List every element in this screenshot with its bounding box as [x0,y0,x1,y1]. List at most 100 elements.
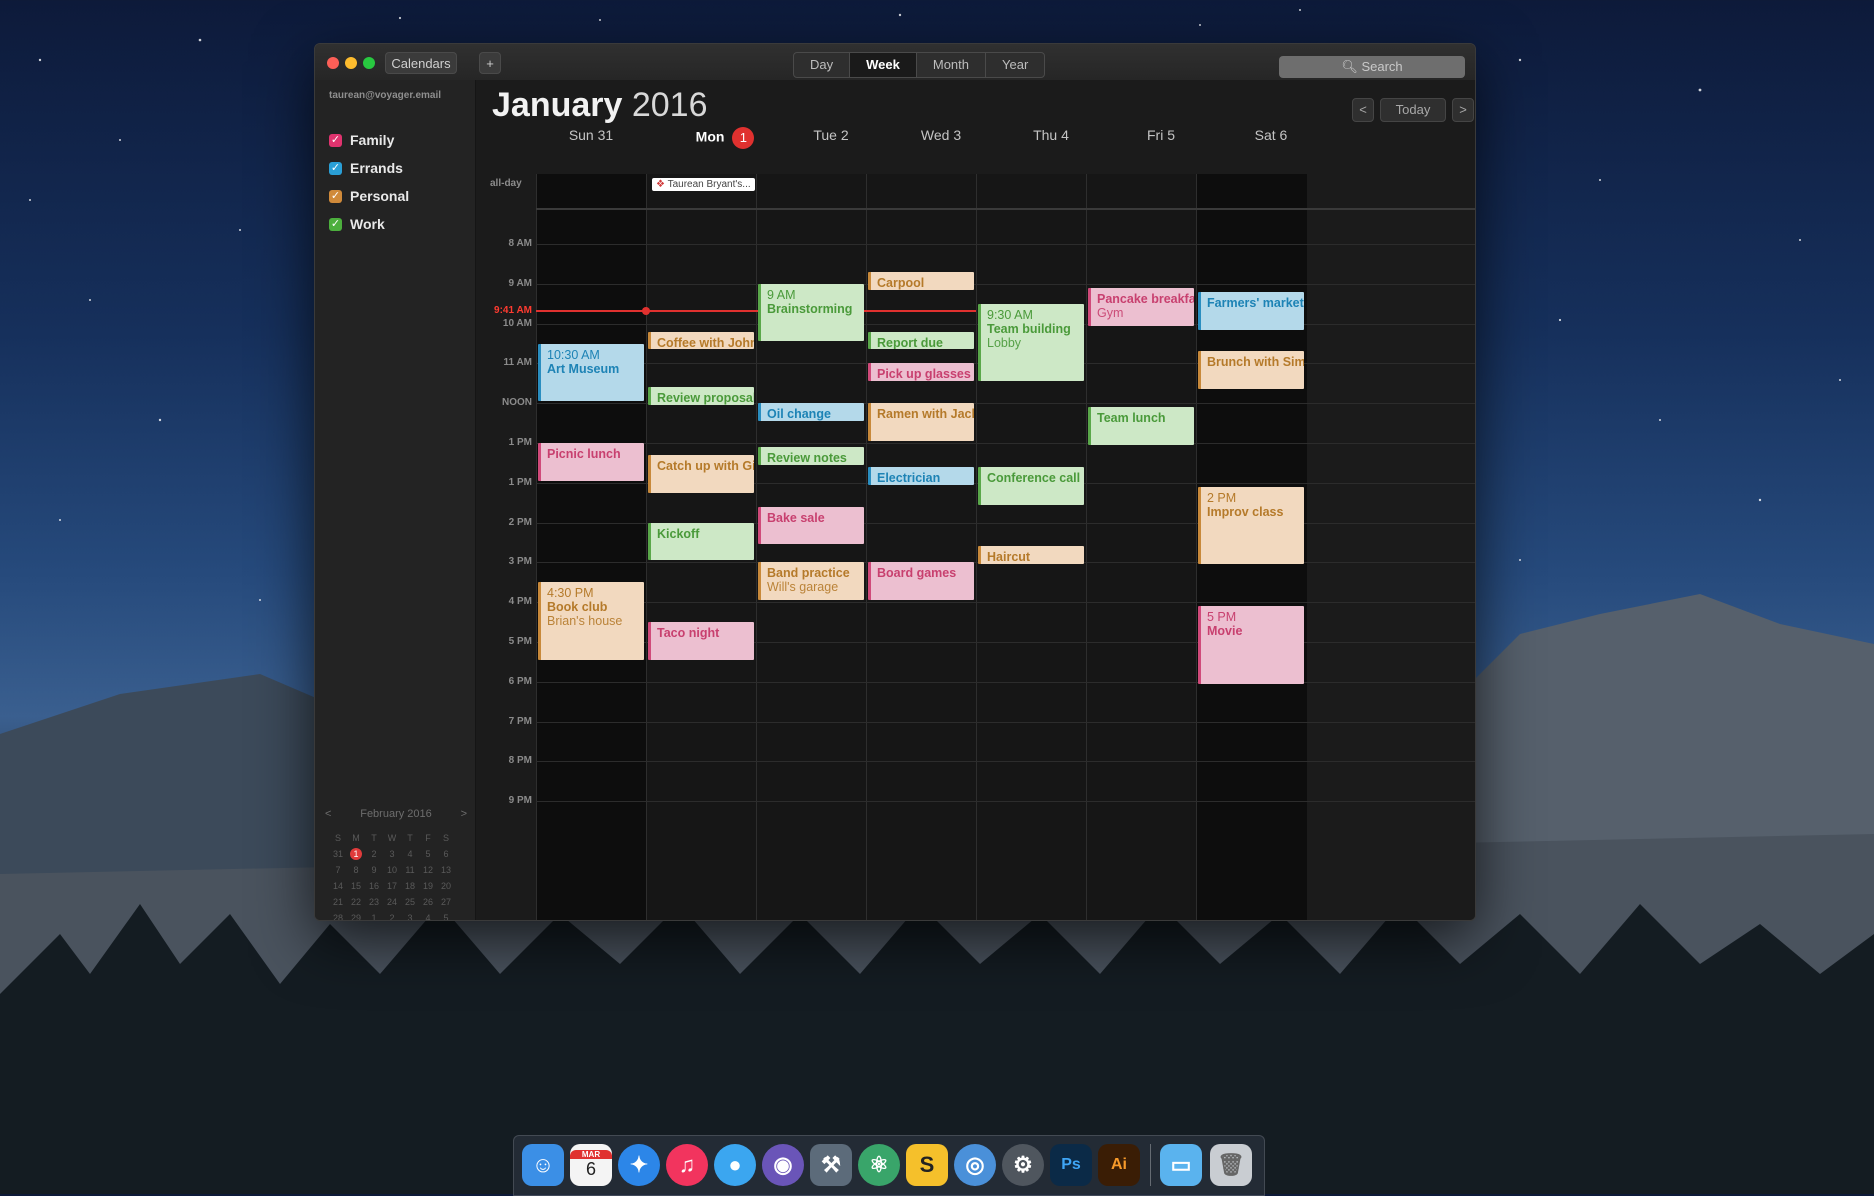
github-icon[interactable]: ◉ [762,1144,804,1186]
mini-day-cell[interactable]: 8 [347,862,365,878]
day-header-wed[interactable]: Wed 3 [886,127,996,149]
calendar-event[interactable]: Bake sale [758,506,864,545]
itunes-icon[interactable]: ♫ [666,1144,708,1186]
mini-day-cell[interactable]: 17 [383,878,401,894]
mini-day-cell[interactable]: 4 [419,910,437,920]
mini-day-cell[interactable]: 9 [365,862,383,878]
mini-day-cell[interactable]: 3 [383,846,401,862]
sketch-icon[interactable]: S [906,1144,948,1186]
time-grid[interactable]: ❖ Taurean Bryant's... 10:30 AM Art Museum… [536,174,1475,920]
today-button[interactable]: Today [1380,98,1446,122]
trash-icon[interactable]: 🗑︎ [1210,1144,1252,1186]
mini-day-cell[interactable]: 1 [350,848,362,860]
day-header-tue[interactable]: Tue 2 [776,127,886,149]
mini-next-month-icon[interactable]: > [461,808,467,820]
mini-day-cell[interactable]: 26 [419,894,437,910]
calendar-event[interactable]: Brunch with Sim... [1198,351,1304,390]
calendar-event[interactable]: 5 PM Movie [1198,606,1304,684]
day-header-thu[interactable]: Thu 4 [996,127,1106,149]
checkbox-checked-icon[interactable]: ✓ [329,217,342,231]
calendar-event[interactable]: Conference call [978,466,1084,505]
mini-prev-month-icon[interactable]: < [325,808,331,820]
calendar-event[interactable]: Electrician [868,466,974,485]
mini-day-cell[interactable]: 15 [347,878,365,894]
day-column-sun[interactable] [536,174,647,920]
mini-day-cell[interactable]: 16 [365,878,383,894]
mini-day-cell[interactable]: 25 [401,894,419,910]
mini-day-cell[interactable]: 14 [329,878,347,894]
mini-day-cell[interactable]: 27 [437,894,455,910]
calendar-item-personal[interactable]: ✓ Personal [329,186,409,206]
calendar-event[interactable]: Oil change [758,403,864,422]
atom-icon[interactable]: ⚛ [858,1144,900,1186]
mini-day-cell[interactable]: 1 [365,910,383,920]
calendar-event[interactable]: 9 AM Brainstorming [758,283,864,342]
calendar-event[interactable]: Band practice Will's garage [758,562,864,601]
calendar-event[interactable]: Coffee with John [648,331,754,350]
prev-week-icon[interactable]: < [1352,98,1374,122]
mini-day-cell[interactable]: 5 [437,910,455,920]
calendar-event[interactable]: Team lunch [1088,407,1194,445]
day-column-fri[interactable] [1086,174,1197,920]
calendar-event[interactable]: Report dueGra... [868,331,974,350]
mini-day-cell[interactable]: 28 [329,910,347,920]
minimize-window-button[interactable] [345,57,357,69]
calendar-event[interactable]: Pick up glasses [868,363,974,382]
day-header-sun[interactable]: Sun 31 [536,127,646,149]
mini-day-cell[interactable]: 23 [365,894,383,910]
day-header-sat[interactable]: Sat 6 [1216,127,1326,149]
mini-day-cell[interactable]: 7 [329,862,347,878]
calendar-event[interactable]: 9:30 AM Team building Lobby [978,303,1084,382]
mini-day-cell[interactable]: 10 [383,862,401,878]
messages-icon[interactable]: ● [714,1144,756,1186]
day-header-mon[interactable]: Mon 1 [670,127,780,149]
calendar-event[interactable]: Haircut [978,546,1084,565]
next-week-icon[interactable]: > [1452,98,1474,122]
calendar-event[interactable]: 4:30 PM Book club Brian's house [538,582,644,660]
folder-icon[interactable]: ▭ [1160,1144,1202,1186]
calendar-event[interactable]: Carpool [868,271,974,290]
calendar-event[interactable]: Taco night [648,622,754,660]
mini-day-cell[interactable]: 24 [383,894,401,910]
mini-day-cell[interactable]: 31 [329,846,347,862]
mini-day-cell[interactable]: 18 [401,878,419,894]
checkbox-checked-icon[interactable]: ✓ [329,189,342,203]
photoshop-icon[interactable]: Ps [1050,1144,1092,1186]
mini-day-cell[interactable]: 20 [437,878,455,894]
mini-day-cell[interactable]: 12 [419,862,437,878]
maximize-window-button[interactable] [363,57,375,69]
calendar-event[interactable]: Pancake breakfastGym [1088,287,1194,326]
search-field[interactable]: 🔍︎ Search [1279,56,1465,78]
safari-icon[interactable]: ✦ [618,1144,660,1186]
mini-day-cell[interactable]: 22 [347,894,365,910]
view-week-tab[interactable]: Week [850,53,917,77]
calendar-item-work[interactable]: ✓ Work [329,214,385,234]
close-window-button[interactable] [327,57,339,69]
checkbox-checked-icon[interactable]: ✓ [329,133,342,147]
finder-icon[interactable]: ☺ [522,1144,564,1186]
view-year-tab[interactable]: Year [986,53,1044,77]
calendar-item-errands[interactable]: ✓ Errands [329,158,403,178]
calendar-event[interactable]: Catch up with Gil... [648,454,754,493]
calendar-event[interactable]: Review notes [758,446,864,465]
mini-day-cell[interactable]: 3 [401,910,419,920]
illustrator-icon[interactable]: Ai [1098,1144,1140,1186]
calendar-event[interactable]: Board games [868,562,974,601]
mini-day-cell[interactable]: 11 [401,862,419,878]
day-header-fri[interactable]: Fri 5 [1106,127,1216,149]
mini-day-cell[interactable]: 5 [419,846,437,862]
mini-day-cell[interactable]: 29 [347,910,365,920]
mini-day-cell[interactable]: 21 [329,894,347,910]
calendar-event[interactable]: 10:30 AM Art Museum [538,343,644,402]
mini-day-cell[interactable]: 6 [437,846,455,862]
chrome-icon[interactable]: ◎ [954,1144,996,1186]
calendar-item-family[interactable]: ✓ Family [329,130,394,150]
mini-day-cell[interactable]: 2 [383,910,401,920]
checkbox-checked-icon[interactable]: ✓ [329,161,342,175]
calendar-event[interactable]: 2 PM Improv class [1198,486,1304,565]
view-day-tab[interactable]: Day [794,53,851,77]
calendar-event[interactable]: Farmers' market [1198,291,1304,330]
mini-day-cell[interactable]: 2 [365,846,383,862]
mini-day-cell[interactable]: 19 [419,878,437,894]
calendar-event[interactable]: Kickoff [648,522,754,561]
